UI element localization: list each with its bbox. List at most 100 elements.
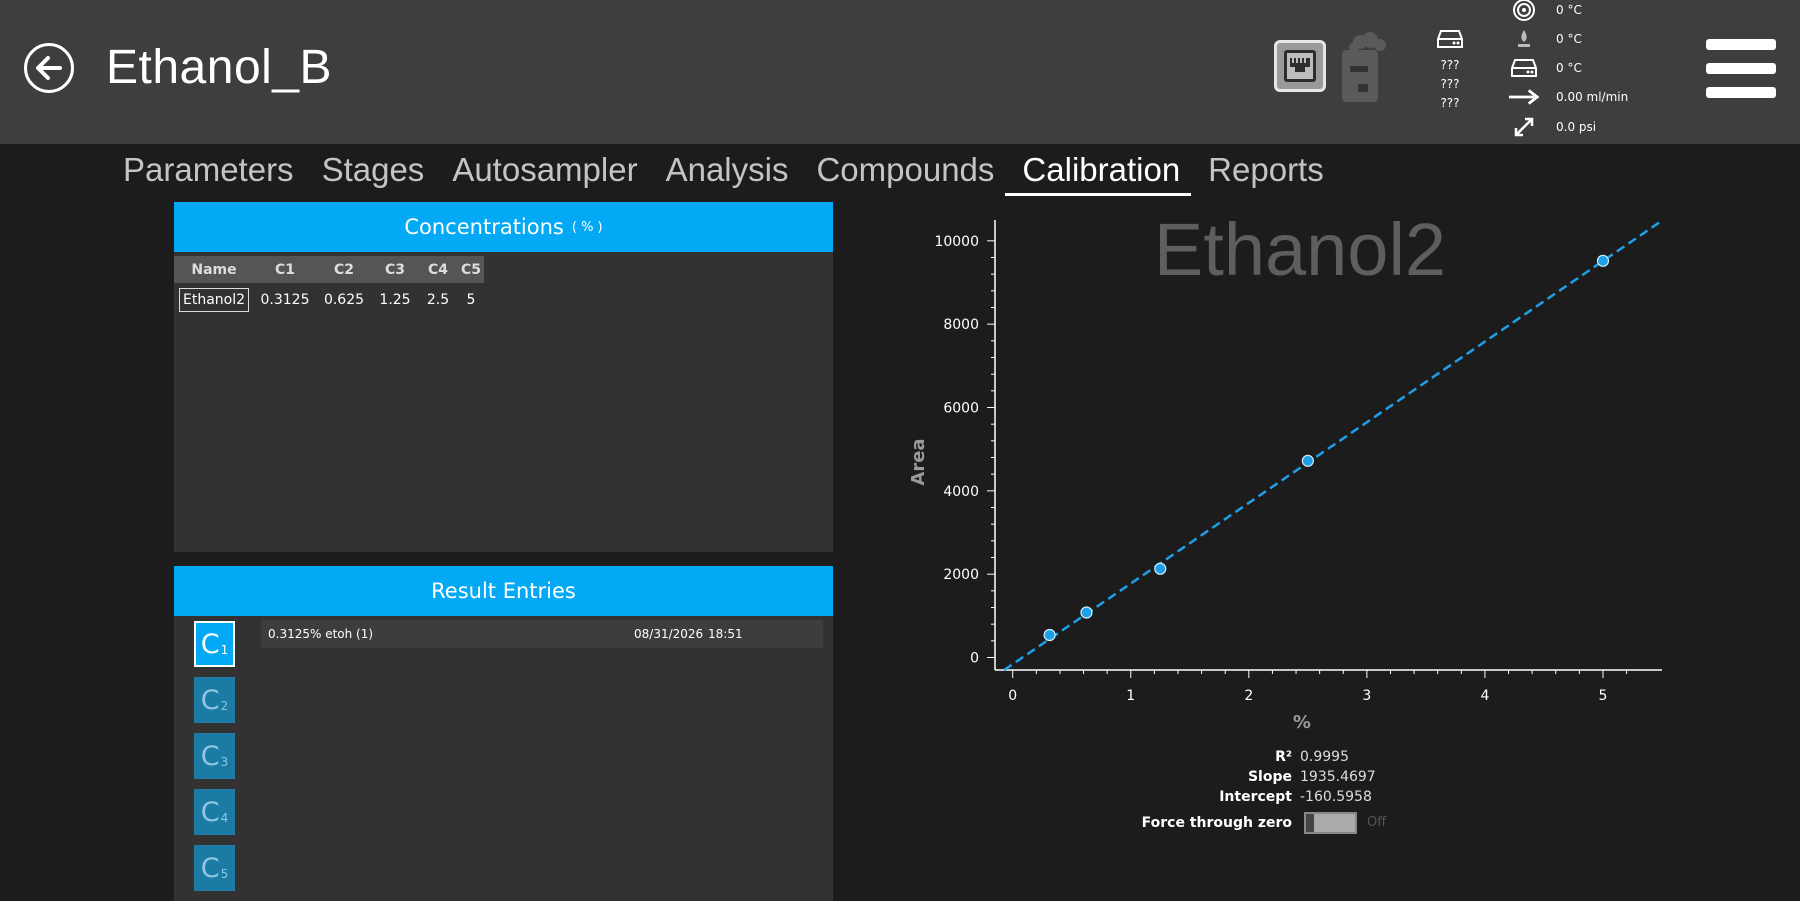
y-tick-label: 0 (970, 651, 979, 667)
x-tick-label: 2 (1244, 688, 1253, 704)
result-entry-row[interactable]: 0.3125% etoh (1) 08/31/2026 18:51 (261, 620, 823, 648)
column-header-c4: C4 (418, 256, 458, 283)
hamburger-menu-icon[interactable] (1706, 39, 1776, 99)
conc-cell-c3[interactable]: 1.25 (372, 283, 418, 317)
tab-autosampler[interactable]: Autosampler (435, 146, 648, 194)
slope-value: 1935.4697 (1300, 769, 1376, 785)
x-tick-label: 5 (1599, 688, 1608, 704)
y-tick-label: 10000 (934, 234, 979, 250)
autosampler-value-2: ??? (1440, 77, 1460, 91)
column-header-name: Name (174, 256, 254, 283)
tab-bar: Parameters Stages Autosampler Analysis C… (106, 146, 1335, 196)
y-tick-label: 6000 (943, 401, 979, 417)
level-c2-button[interactable]: C2 (194, 677, 235, 723)
calibration-point (1301, 454, 1314, 467)
calibration-point (1043, 628, 1056, 642)
detector-status: 0 °C (1508, 56, 1708, 80)
tray-icon (1437, 30, 1463, 48)
result-entries-title: Result Entries (431, 579, 576, 603)
r2-row: R² 0.9995 (1080, 749, 1480, 769)
force-zero-label: Force through zero (1141, 815, 1292, 831)
force-zero-toggle[interactable] (1304, 812, 1357, 834)
force-zero-state: Off (1367, 815, 1387, 830)
entry-time: 18:51 (708, 627, 743, 641)
gc-instrument-icon[interactable] (1338, 32, 1388, 104)
network-port-icon[interactable] (1274, 40, 1326, 92)
concentrations-unit: ( % ) (571, 219, 603, 235)
detector-temp: 0 °C (1556, 61, 1582, 75)
compound-name-cell[interactable]: Ethanol2 (174, 283, 254, 317)
result-entries-header: Result Entries (174, 566, 833, 616)
intercept-value: -160.5958 (1300, 789, 1372, 805)
y-tick-label: 8000 (943, 317, 979, 333)
conc-cell-c4[interactable]: 2.5 (418, 283, 458, 317)
arrow-left-icon (36, 56, 62, 80)
column-header-c1: C1 (254, 256, 316, 283)
column-header-c3: C3 (372, 256, 418, 283)
x-tick-label: 4 (1480, 688, 1489, 704)
pressure-expand-icon (1514, 117, 1534, 137)
concentrations-table: Name C1 C2 C3 C4 C5 Ethanol2 0.3125 0.62… (174, 256, 484, 317)
method-title: Ethanol_B (106, 41, 333, 94)
entry-date: 08/31/2026 (634, 627, 704, 641)
calibration-point (1154, 562, 1167, 575)
injector-status: 0 °C (1508, 27, 1708, 51)
flow-status: 0.00 ml/min (1508, 85, 1708, 109)
flow-arrow-icon (1508, 89, 1540, 105)
y-tick-label: 2000 (943, 567, 979, 583)
intercept-label: Intercept (1219, 789, 1292, 805)
conc-cell-c2[interactable]: 0.625 (316, 283, 372, 317)
level-c5-button[interactable]: C5 (194, 845, 235, 891)
y-tick-label: 4000 (943, 484, 979, 500)
app-header: Ethanol_B ??? ??? ??? 0 °C 0 °C 0 °C 0.0… (0, 0, 1800, 144)
tab-calibration[interactable]: Calibration (1005, 146, 1191, 196)
r2-label: R² (1275, 749, 1292, 765)
x-tick-label: 3 (1362, 688, 1371, 704)
entry-name: 0.3125% etoh (1) (268, 627, 374, 641)
concentrations-title: Concentrations (404, 215, 564, 239)
calibration-point (1080, 606, 1093, 619)
concentrations-header: Concentrations ( % ) (174, 202, 833, 252)
pressure-value: 0.0 psi (1556, 120, 1597, 134)
injector-temp: 0 °C (1556, 32, 1582, 46)
r2-value: 0.9995 (1300, 749, 1349, 765)
tab-stages[interactable]: Stages (305, 146, 436, 194)
concentrations-panel: Concentrations ( % ) Name C1 C2 C3 C4 C5… (174, 202, 833, 552)
tab-reports[interactable]: Reports (1191, 146, 1335, 194)
column-header-c2: C2 (316, 256, 372, 283)
autosampler-status: ??? ??? ??? (1430, 28, 1470, 113)
calibration-chart: Ethanol2 0 2000 4000 6000 8000 10000 0 1 2 3 4 5% Are… (908, 208, 1663, 733)
column-header-c5: C5 (458, 256, 484, 283)
oven-temp: 0 °C (1556, 3, 1582, 17)
flow-value: 0.00 ml/min (1556, 90, 1629, 104)
tab-compounds[interactable]: Compounds (799, 146, 1005, 194)
x-axis-label: % (1293, 712, 1311, 733)
conc-cell-c5[interactable]: 5 (458, 283, 484, 317)
tab-analysis[interactable]: Analysis (649, 146, 800, 194)
back-button[interactable] (24, 43, 74, 93)
slope-row: Slope 1935.4697 (1080, 769, 1480, 789)
level-c4-button[interactable]: C4 (194, 789, 235, 835)
tab-parameters[interactable]: Parameters (106, 146, 305, 194)
y-axis-label: Area (908, 438, 929, 485)
autosampler-value-3: ??? (1440, 96, 1460, 110)
chart-title: Ethanol2 (1154, 208, 1446, 291)
x-tick-label: 1 (1126, 688, 1135, 704)
table-row[interactable]: Ethanol2 0.3125 0.625 1.25 2.5 5 (174, 283, 484, 317)
calibration-point (1596, 254, 1610, 267)
slope-label: Slope (1247, 769, 1292, 785)
level-c1-button[interactable]: C1 (194, 621, 235, 667)
result-entries-panel: Result Entries C1 C2 C3 C4 C5 0.3125% et… (174, 566, 833, 901)
oven-icon (1513, 0, 1535, 21)
intercept-row: Intercept -160.5958 (1080, 789, 1480, 809)
force-zero-row: Force through zero (1080, 815, 1480, 835)
injector-icon (1518, 30, 1530, 47)
pressure-status: 0.0 psi (1508, 115, 1708, 139)
autosampler-value-1: ??? (1440, 58, 1460, 72)
x-tick-label: 0 (1008, 688, 1017, 704)
detector-icon (1511, 59, 1537, 77)
conc-cell-c1[interactable]: 0.3125 (254, 283, 316, 317)
table-header-row: Name C1 C2 C3 C4 C5 (174, 256, 484, 283)
level-c3-button[interactable]: C3 (194, 733, 235, 779)
oven-status: 0 °C (1508, 0, 1708, 22)
